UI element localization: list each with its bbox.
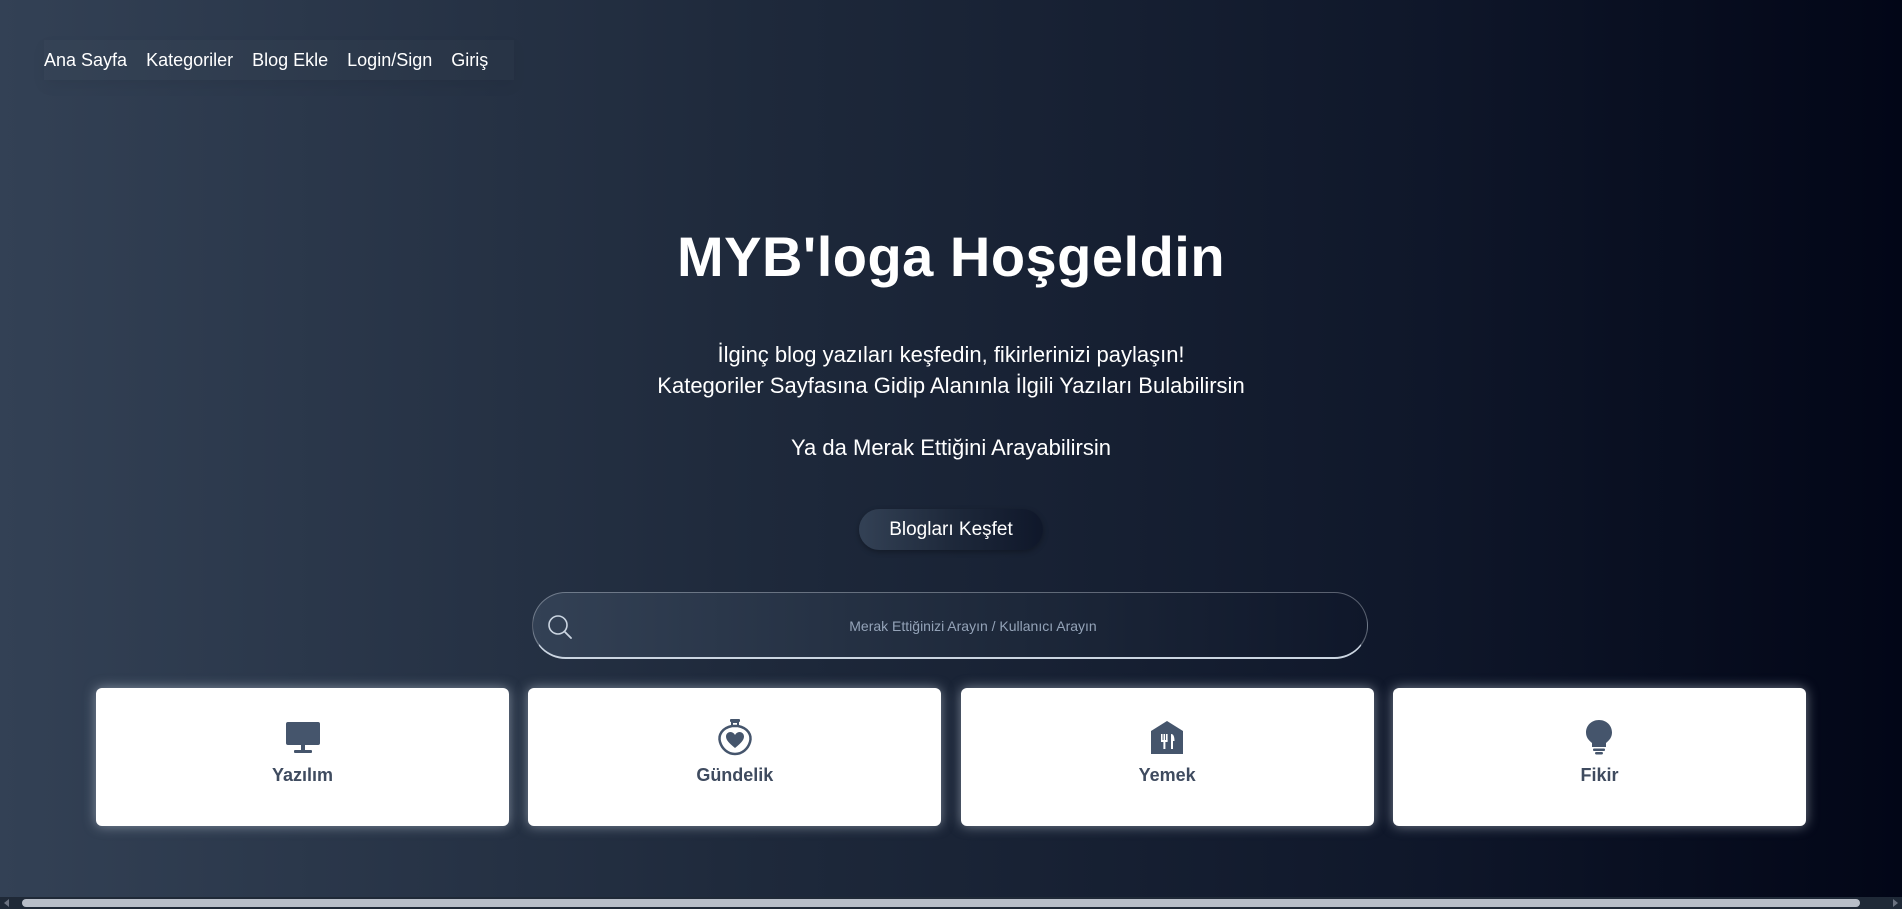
category-label: Yemek: [1138, 765, 1196, 785]
top-nav: Ana Sayfa Kategoriler Blog Ekle Login/Si…: [44, 40, 514, 80]
nav-item-login-sign[interactable]: Login/Sign: [347, 50, 432, 71]
scrollbar-thumb[interactable]: [22, 899, 1860, 907]
category-card-yemek[interactable]: Yemek: [960, 688, 1374, 826]
category-label: Gündelik: [696, 765, 774, 785]
category-card-gundelik[interactable]: Gündelik: [528, 688, 942, 826]
category-card-yazilim[interactable]: Yazılım: [96, 688, 509, 826]
nav-item-giris[interactable]: Giriş: [451, 50, 488, 71]
monitor-icon: [285, 722, 320, 753]
category-cards: Yazılım Gündelik Yemek Fikir: [96, 688, 1806, 826]
nav-item-ana-sayfa[interactable]: Ana Sayfa: [44, 50, 127, 71]
lightbulb-icon: [1586, 720, 1613, 755]
search-bar: [532, 592, 1368, 659]
hero-subtitle-3: Ya da Merak Ettiğini Arayabilirsin: [791, 435, 1111, 460]
scroll-right-icon[interactable]: [1893, 899, 1898, 907]
hero-subtitle-1: İlginç blog yazıları keşfedin, fikirleri…: [717, 342, 1185, 367]
search-input[interactable]: [593, 593, 1353, 659]
page-title: MYB'loga Hoşgeldin: [676, 225, 1226, 288]
scroll-left-icon[interactable]: [4, 899, 9, 907]
category-card-fikir[interactable]: Fikir: [1392, 688, 1806, 826]
restaurant-icon: [1151, 721, 1184, 754]
nav-item-kategoriler[interactable]: Kategoriler: [146, 50, 233, 71]
category-label: Fikir: [1580, 765, 1619, 785]
heart-jar-icon: [718, 719, 752, 756]
explore-blogs-button[interactable]: Blogları Keşfet: [859, 509, 1043, 550]
category-label: Yazılım: [271, 765, 334, 785]
nav-item-blog-ekle[interactable]: Blog Ekle: [252, 50, 328, 71]
search-icon[interactable]: [545, 613, 573, 641]
horizontal-scrollbar[interactable]: [0, 897, 1902, 909]
hero-subtitle-2: Kategoriler Sayfasına Gidip Alanınla İlg…: [657, 373, 1245, 398]
